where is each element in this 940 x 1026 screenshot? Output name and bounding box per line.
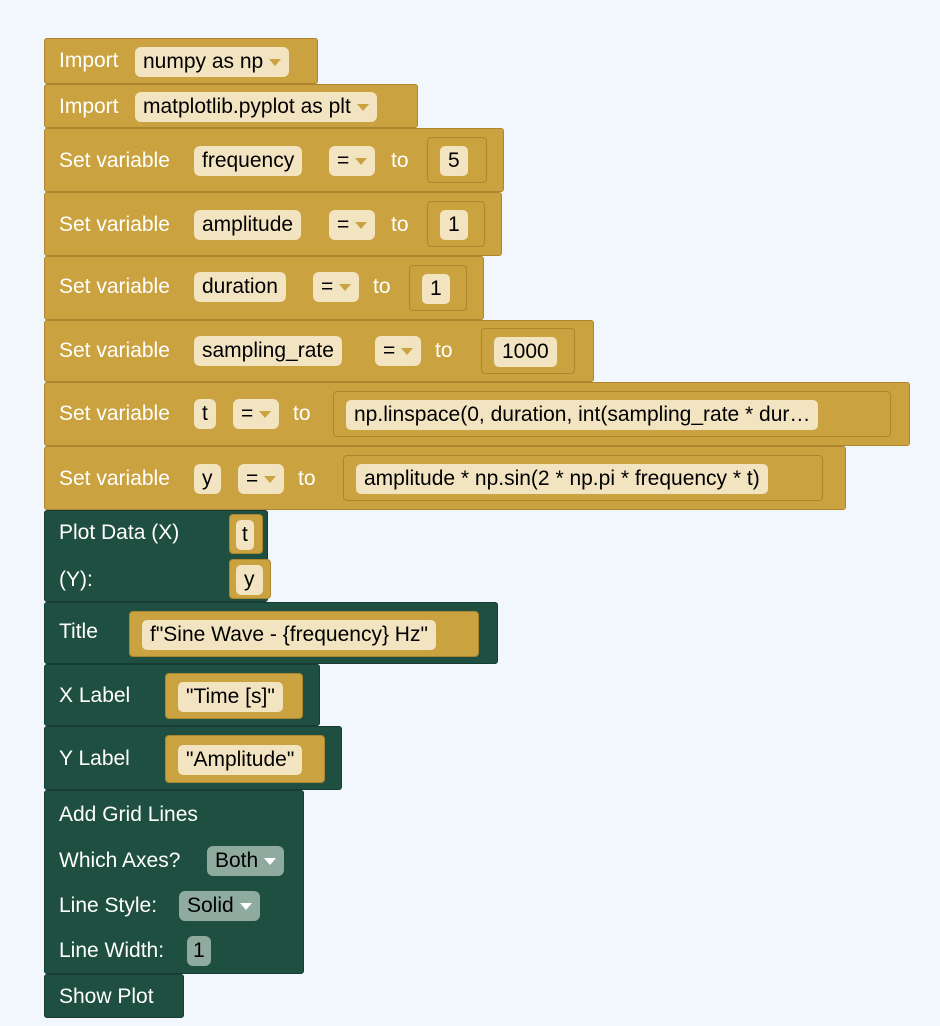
show-plot-label: Show Plot xyxy=(59,985,154,1008)
to-label: to xyxy=(391,149,409,172)
axes-dropdown[interactable]: Both xyxy=(207,846,285,876)
plot-data-block[interactable]: Plot Data (X) (Y): t y xyxy=(44,510,271,602)
title-socket[interactable]: f"Sine Wave - {frequency} Hz" xyxy=(129,611,479,657)
value-socket[interactable]: amplitude * np.sin(2 * np.pi * frequency… xyxy=(343,455,823,501)
show-plot-block[interactable]: Show Plot xyxy=(44,974,184,1018)
set-variable-label: Set variable xyxy=(59,402,170,425)
plot-y-label: (Y): xyxy=(59,568,93,591)
variable-name-field[interactable]: y xyxy=(194,464,221,494)
import-numpy-block[interactable]: Import numpy as np xyxy=(44,38,318,84)
variable-name-field[interactable]: t xyxy=(194,399,216,429)
title-block[interactable]: Title f"Sine Wave - {frequency} Hz" xyxy=(44,602,498,664)
import-matplotlib-value: matplotlib.pyplot as plt xyxy=(143,95,351,118)
set-variable-label: Set variable xyxy=(59,467,170,490)
set-variable-block-y[interactable]: Set variable y = to amplitude * np.sin(2… xyxy=(44,446,846,510)
operator-value: = xyxy=(337,149,350,172)
x-label-label: X Label xyxy=(59,684,131,707)
operator-value: = xyxy=(246,467,259,490)
to-label: to xyxy=(373,275,391,298)
operator-dropdown[interactable]: = xyxy=(233,399,280,429)
x-label-socket[interactable]: "Time [s]" xyxy=(165,673,303,719)
x-label-value[interactable]: "Time [s]" xyxy=(178,682,283,712)
y-label-value[interactable]: "Amplitude" xyxy=(178,745,303,775)
chevron-down-icon xyxy=(339,283,352,291)
line-width-field[interactable]: 1 xyxy=(187,936,211,966)
y-value[interactable]: y xyxy=(236,565,263,595)
value-socket[interactable]: 1 xyxy=(409,265,467,311)
set-variable-label: Set variable xyxy=(59,339,170,362)
set-variable-label: Set variable xyxy=(59,275,170,298)
import-numpy-value: numpy as np xyxy=(143,50,264,73)
y-label-label: Y Label xyxy=(59,747,130,770)
value-socket[interactable]: 1 xyxy=(427,201,485,247)
x-value[interactable]: t xyxy=(236,520,254,550)
line-width-label: Line Width: xyxy=(59,939,165,962)
set-variable-block-frequency[interactable]: Set variable frequency = to 5 xyxy=(44,128,504,192)
line-style-value: Solid xyxy=(187,894,234,917)
operator-value: = xyxy=(337,213,350,236)
to-label: to xyxy=(391,213,409,236)
to-label: to xyxy=(435,339,453,362)
operator-dropdown[interactable]: = xyxy=(238,464,285,494)
value-field[interactable]: 1000 xyxy=(494,337,557,367)
line-style-dropdown[interactable]: Solid xyxy=(179,891,260,921)
operator-value: = xyxy=(241,402,254,425)
grid-block[interactable]: Add Grid Lines Which Axes? Both Line Sty… xyxy=(44,790,304,974)
operator-dropdown[interactable]: = xyxy=(329,146,376,176)
set-variable-block-sampling-rate[interactable]: Set variable sampling_rate = to 1000 xyxy=(44,320,594,382)
variable-name-field[interactable]: amplitude xyxy=(194,210,302,240)
title-label: Title xyxy=(59,620,98,643)
import-label: Import xyxy=(59,49,119,72)
line-style-label: Line Style: xyxy=(59,894,158,917)
variable-name-field[interactable]: sampling_rate xyxy=(194,336,342,366)
chevron-down-icon xyxy=(355,221,368,229)
value-socket[interactable]: np.linspace(0, duration, int(sampling_ra… xyxy=(333,391,891,437)
set-variable-block-duration[interactable]: Set variable duration = to 1 xyxy=(44,256,484,320)
value-field[interactable]: amplitude * np.sin(2 * np.pi * frequency… xyxy=(356,464,768,494)
chevron-down-icon xyxy=(264,857,277,865)
axes-value: Both xyxy=(215,849,259,872)
chevron-down-icon xyxy=(355,157,368,165)
set-variable-label: Set variable xyxy=(59,149,170,172)
chevron-down-icon xyxy=(269,58,282,66)
operator-dropdown[interactable]: = xyxy=(375,336,422,366)
chevron-down-icon xyxy=(401,347,414,355)
to-label: to xyxy=(298,467,316,490)
import-matplotlib-block[interactable]: Import matplotlib.pyplot as plt xyxy=(44,84,418,128)
grid-label: Add Grid Lines xyxy=(59,803,198,826)
value-socket[interactable]: 5 xyxy=(427,137,487,183)
value-field[interactable]: np.linspace(0, duration, int(sampling_ra… xyxy=(346,400,819,430)
value-socket[interactable]: 1000 xyxy=(481,328,575,374)
set-variable-block-amplitude[interactable]: Set variable amplitude = to 1 xyxy=(44,192,502,256)
plot-x-label: Plot Data (X) xyxy=(59,521,180,544)
axes-label: Which Axes? xyxy=(59,849,181,872)
operator-dropdown[interactable]: = xyxy=(329,210,376,240)
set-variable-block-t[interactable]: Set variable t = to np.linspace(0, durat… xyxy=(44,382,910,446)
chevron-down-icon xyxy=(239,902,252,910)
y-label-socket[interactable]: "Amplitude" xyxy=(165,735,325,783)
chevron-down-icon xyxy=(264,475,277,483)
chevron-down-icon xyxy=(356,103,369,111)
import-numpy-dropdown[interactable]: numpy as np xyxy=(135,47,290,77)
chevron-down-icon xyxy=(259,410,272,418)
x-socket[interactable]: t xyxy=(229,514,263,554)
value-field[interactable]: 1 xyxy=(422,274,450,304)
operator-value: = xyxy=(383,339,396,362)
y-label-block[interactable]: Y Label "Amplitude" xyxy=(44,726,342,790)
set-variable-label: Set variable xyxy=(59,213,170,236)
y-socket[interactable]: y xyxy=(229,559,271,599)
value-field[interactable]: 1 xyxy=(440,210,468,240)
variable-name-field[interactable]: duration xyxy=(194,272,286,302)
variable-name-field[interactable]: frequency xyxy=(194,146,303,176)
value-field[interactable]: 5 xyxy=(440,146,468,176)
to-label: to xyxy=(293,402,311,425)
import-matplotlib-dropdown[interactable]: matplotlib.pyplot as plt xyxy=(135,92,377,122)
operator-dropdown[interactable]: = xyxy=(313,272,360,302)
title-value[interactable]: f"Sine Wave - {frequency} Hz" xyxy=(142,620,436,650)
operator-value: = xyxy=(321,275,334,298)
x-label-block[interactable]: X Label "Time [s]" xyxy=(44,664,320,726)
import-label: Import xyxy=(59,95,119,118)
